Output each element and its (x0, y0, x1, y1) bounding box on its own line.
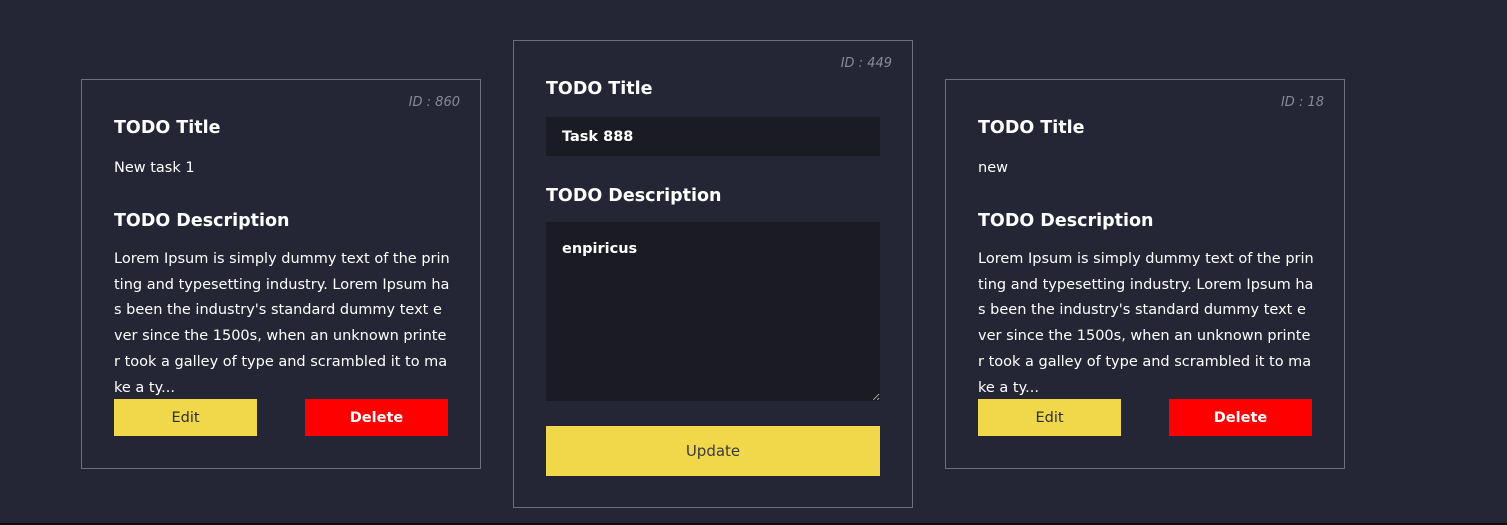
title-heading: TODO Title (114, 118, 221, 138)
delete-button[interactable]: Delete (1169, 399, 1312, 436)
title-input[interactable] (546, 117, 880, 156)
title-heading: TODO Title (546, 79, 653, 99)
todo-description: Lorem Ipsum is simply dummy text of the … (114, 251, 450, 396)
todo-description: Lorem Ipsum is simply dummy text of the … (978, 251, 1314, 396)
card-id-label: ID : 18 (1280, 95, 1324, 110)
edit-button[interactable]: Edit (114, 399, 257, 436)
update-button[interactable]: Update (546, 426, 880, 476)
todo-page: ID : 860 TODO Title New task 1 TODO Desc… (0, 0, 1507, 525)
delete-button[interactable]: Delete (305, 399, 448, 436)
title-heading: TODO Title (978, 118, 1085, 138)
description-heading: TODO Description (114, 211, 290, 231)
card-id-label: ID : 449 (840, 56, 892, 71)
description-heading: TODO Description (546, 186, 722, 206)
edit-button[interactable]: Edit (978, 399, 1121, 436)
card-id-label: ID : 860 (408, 95, 460, 110)
todo-card: ID : 18 TODO Title new TODO Description … (945, 79, 1345, 469)
description-heading: TODO Description (978, 211, 1154, 231)
todo-card-editing: ID : 449 TODO Title TODO Description enp… (513, 40, 913, 508)
todo-title: new (978, 160, 1008, 176)
todo-card: ID : 860 TODO Title New task 1 TODO Desc… (81, 79, 481, 469)
description-textarea[interactable]: enpiricus (546, 222, 880, 401)
todo-title: New task 1 (114, 160, 195, 176)
